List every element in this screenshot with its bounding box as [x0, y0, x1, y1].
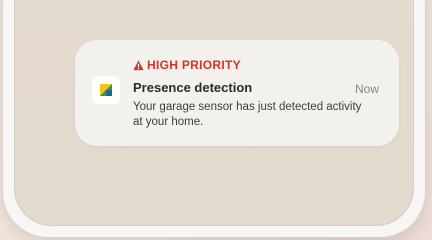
phone-screen: HIGH PRIORITY Presence detection Now You… — [14, 0, 414, 226]
priority-label: HIGH PRIORITY — [147, 58, 241, 72]
app-icon — [92, 76, 120, 104]
notification-title: Presence detection — [133, 80, 253, 95]
notification-card[interactable]: HIGH PRIORITY Presence detection Now You… — [75, 40, 399, 146]
app-icon-blue-shape — [106, 90, 112, 96]
notification-time: Now — [354, 82, 379, 96]
notification-body: Your garage sensor has just detected act… — [133, 101, 362, 128]
phone-frame: HIGH PRIORITY Presence detection Now You… — [2, 0, 426, 238]
priority-label-row: HIGH PRIORITY — [133, 58, 241, 72]
warning-icon — [133, 59, 144, 70]
